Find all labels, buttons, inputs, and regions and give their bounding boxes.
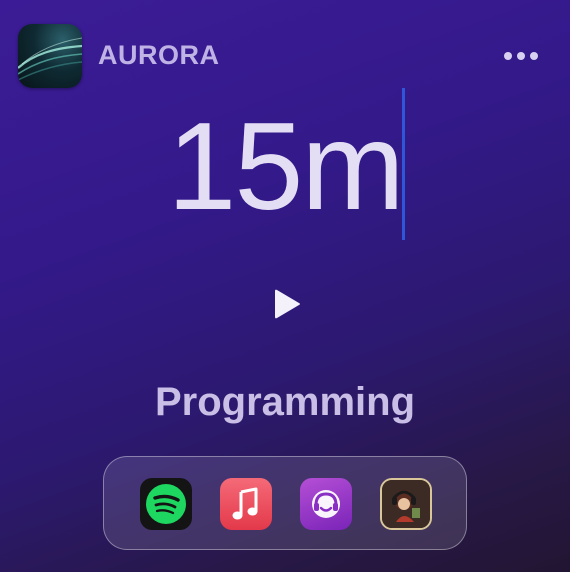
character-icon [382,480,430,528]
podcast-app-button[interactable] [300,478,352,530]
play-button[interactable] [268,284,306,324]
music-note-icon [232,487,258,520]
game-app-button[interactable] [380,478,432,530]
spotify-icon [146,484,186,524]
more-dot [517,52,525,60]
app-dock [103,456,467,550]
text-caret [402,88,405,240]
spotify-app-button[interactable] [140,478,192,530]
app-title: AURORA [98,40,220,70]
timer-input[interactable]: 15m [0,92,570,242]
aurora-app-icon [18,24,82,88]
music-app-button[interactable] [220,478,272,530]
more-horizontal-icon [504,52,512,60]
more-dot [530,52,538,60]
aurora-icon [18,37,82,81]
timer-value[interactable]: 15m [167,92,404,242]
play-icon [275,289,300,319]
headphones-icon [312,490,340,518]
category-label[interactable]: Programming [0,380,570,425]
more-options-button[interactable] [498,42,544,70]
